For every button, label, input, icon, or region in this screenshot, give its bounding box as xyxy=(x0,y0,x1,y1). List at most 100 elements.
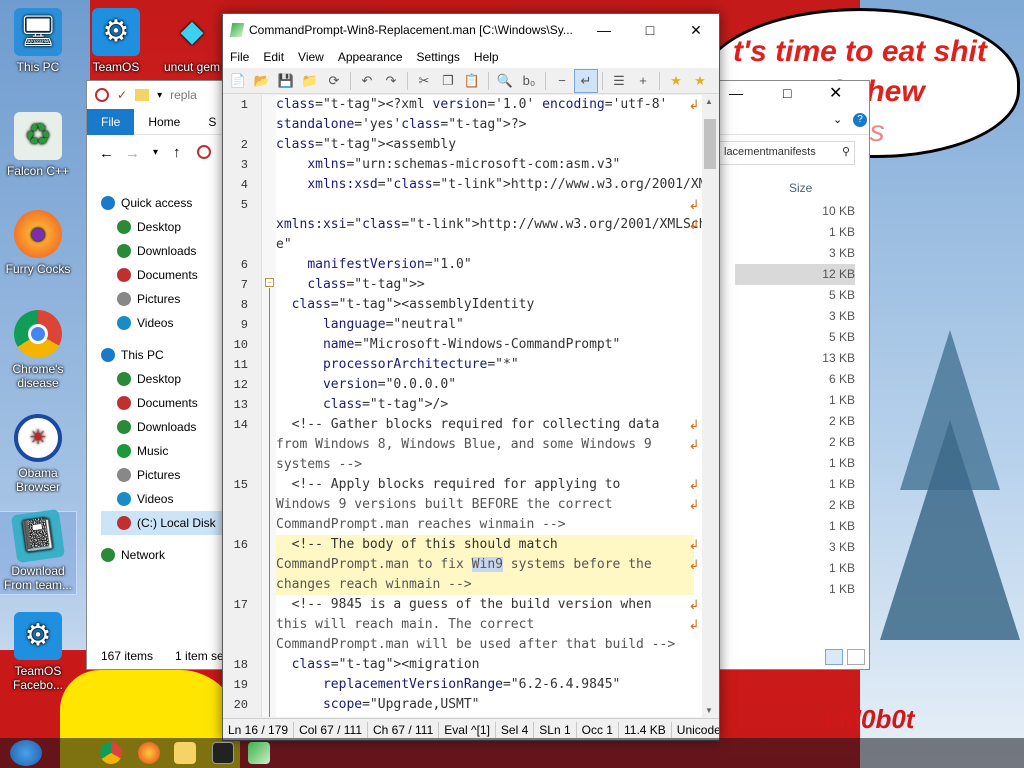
menu-edit[interactable]: Edit xyxy=(256,50,291,64)
replace-icon[interactable]: b₀ xyxy=(518,70,540,92)
tab-home[interactable]: Home xyxy=(134,109,194,135)
favorite-icon[interactable]: ★ xyxy=(665,70,687,92)
scroll-down-icon[interactable]: ▼ xyxy=(705,706,713,715)
paste-icon[interactable]: 📋 xyxy=(461,70,483,92)
wordwrap-icon[interactable]: ↵ xyxy=(574,68,598,93)
file-size-cell[interactable]: 2 KB xyxy=(735,495,855,516)
up-arrow-icon[interactable]: ↑ xyxy=(173,144,181,161)
desktop-icon-teamos-facebook[interactable]: ⚙ TeamOS Facebo... xyxy=(0,612,76,692)
open-icon[interactable]: 📂 xyxy=(251,70,273,92)
close-button[interactable]: ✕ xyxy=(673,14,719,46)
details-view-button[interactable] xyxy=(825,649,843,665)
back-arrow-icon[interactable]: ← xyxy=(99,145,114,162)
chevron-down-icon[interactable]: ⌄ xyxy=(833,113,842,126)
menu-help[interactable]: Help xyxy=(467,50,506,64)
desktop-icon-falcon[interactable]: ♻ Falcon C++ xyxy=(0,112,76,178)
chevron-down-icon[interactable]: ▾ xyxy=(157,90,162,101)
file-size-cell[interactable]: 1 KB xyxy=(735,390,855,411)
close-button[interactable]: ✕ xyxy=(829,83,842,103)
file-size-cell[interactable]: 6 KB xyxy=(735,369,855,390)
zoom-out-icon[interactable]: − xyxy=(551,70,573,92)
file-size-cell[interactable]: 3 KB xyxy=(735,306,855,327)
taskbar-chrome-icon[interactable] xyxy=(100,742,122,764)
vertical-scrollbar[interactable]: ▲ ▼ xyxy=(702,95,718,717)
nav-item[interactable]: (C:) Local Disk xyxy=(101,511,231,535)
file-size-cell[interactable]: 1 KB xyxy=(735,516,855,537)
nav-item[interactable]: This PC xyxy=(101,343,231,367)
minimize-button[interactable]: — xyxy=(581,14,627,46)
nav-item[interactable]: Downloads xyxy=(101,239,231,263)
browse-icon[interactable]: 📁 xyxy=(299,70,321,92)
file-size-cell[interactable]: 2 KB xyxy=(735,411,855,432)
scrollbar-thumb[interactable] xyxy=(704,119,716,169)
minimize-button[interactable]: — xyxy=(729,85,743,101)
menu-view[interactable]: View xyxy=(291,50,331,64)
menu-settings[interactable]: Settings xyxy=(410,50,467,64)
nav-item[interactable]: Documents xyxy=(101,263,231,287)
search-input[interactable]: lacementmanifests ⚲ xyxy=(719,141,855,165)
desktop-icon-this-pc[interactable]: 🖥 This PC xyxy=(0,8,76,74)
zoom-in-icon[interactable]: + xyxy=(632,70,654,92)
nav-item[interactable]: Videos xyxy=(101,487,231,511)
nav-item[interactable]: Videos xyxy=(101,311,231,335)
taskbar-app-icon[interactable] xyxy=(212,742,234,764)
desktop-icon-obama[interactable]: ☀ Obama Browser xyxy=(0,414,76,494)
find-icon[interactable]: 🔍 xyxy=(494,70,516,92)
file-size-cell[interactable]: 1 KB xyxy=(735,558,855,579)
forward-arrow-icon[interactable]: → xyxy=(125,145,140,162)
nav-item[interactable]: Pictures xyxy=(101,287,231,311)
desktop-icon-download[interactable]: 📓 Download From team... xyxy=(0,508,77,595)
file-size-cell[interactable]: 3 KB xyxy=(735,243,855,264)
nav-item[interactable]: Music xyxy=(101,439,231,463)
nav-item[interactable]: Pictures xyxy=(101,463,231,487)
file-size-cell[interactable]: 3 KB xyxy=(735,537,855,558)
file-size-cell[interactable]: 1 KB xyxy=(735,579,855,600)
add-favorite-icon[interactable]: ★ xyxy=(689,70,711,92)
file-size-cell[interactable]: 5 KB xyxy=(735,327,855,348)
nav-item[interactable]: Quick access xyxy=(101,191,231,215)
reload-icon[interactable]: ⟳ xyxy=(323,70,345,92)
menu-appearance[interactable]: Appearance xyxy=(331,50,410,64)
tab-file[interactable]: File xyxy=(87,108,135,135)
properties-icon[interactable]: ✓ xyxy=(117,88,127,102)
nav-item[interactable]: Documents xyxy=(101,391,231,415)
folder-icon[interactable] xyxy=(135,89,150,101)
maximize-button[interactable]: □ xyxy=(627,14,673,46)
desktop-icon-chrome[interactable]: Chrome's disease xyxy=(0,310,76,390)
start-button[interactable] xyxy=(10,740,42,766)
redo-icon[interactable]: ↷ xyxy=(380,70,402,92)
desktop-icon-uncut-gem[interactable]: ◆ uncut gem xyxy=(154,8,230,75)
menu-file[interactable]: File xyxy=(223,50,256,64)
file-size-cell[interactable]: 1 KB xyxy=(735,453,855,474)
file-size-cell[interactable]: 1 KB xyxy=(735,222,855,243)
nav-item[interactable]: Desktop xyxy=(101,215,231,239)
desktop-icon-firefox[interactable]: ● Furry Cocks xyxy=(0,210,76,276)
file-size-cell[interactable]: 10 KB xyxy=(735,201,855,222)
file-size-cell[interactable]: 1 KB xyxy=(735,474,855,495)
taskbar-explorer-icon[interactable] xyxy=(174,742,196,764)
column-header-size[interactable]: Size xyxy=(789,181,812,195)
tiles-view-button[interactable] xyxy=(847,649,865,665)
nav-item[interactable]: Downloads xyxy=(101,415,231,439)
file-size-cell[interactable]: 12 KB xyxy=(735,264,855,285)
copy-icon[interactable]: ❐ xyxy=(437,70,459,92)
nav-item[interactable]: Network xyxy=(101,543,231,567)
cut-icon[interactable]: ✂ xyxy=(413,70,435,92)
maximize-button[interactable]: □ xyxy=(783,85,791,101)
scroll-up-icon[interactable]: ▲ xyxy=(705,97,713,106)
fold-toggle-icon[interactable]: − xyxy=(265,278,274,287)
taskbar-notepad-icon[interactable] xyxy=(248,742,270,764)
file-size-cell[interactable]: 13 KB xyxy=(735,348,855,369)
desktop-icon-teamos[interactable]: ⚙ TeamOS xyxy=(78,8,154,74)
filter-icon[interactable]: ☰ xyxy=(608,70,630,92)
help-icon[interactable]: ? xyxy=(853,113,867,127)
taskbar-firefox-icon[interactable] xyxy=(138,742,160,764)
file-size-cell[interactable]: 5 KB xyxy=(735,285,855,306)
save-icon[interactable]: 💾 xyxy=(275,70,297,92)
file-size-cell[interactable]: 2 KB xyxy=(735,432,855,453)
chevron-down-icon[interactable]: ▾ xyxy=(153,147,158,158)
editor-text-area[interactable]: 123456789101112131415161718192021 − clas… xyxy=(224,95,718,717)
nav-item[interactable]: Desktop xyxy=(101,367,231,391)
undo-icon[interactable]: ↶ xyxy=(356,70,378,92)
new-icon[interactable]: 📄 xyxy=(227,70,249,92)
